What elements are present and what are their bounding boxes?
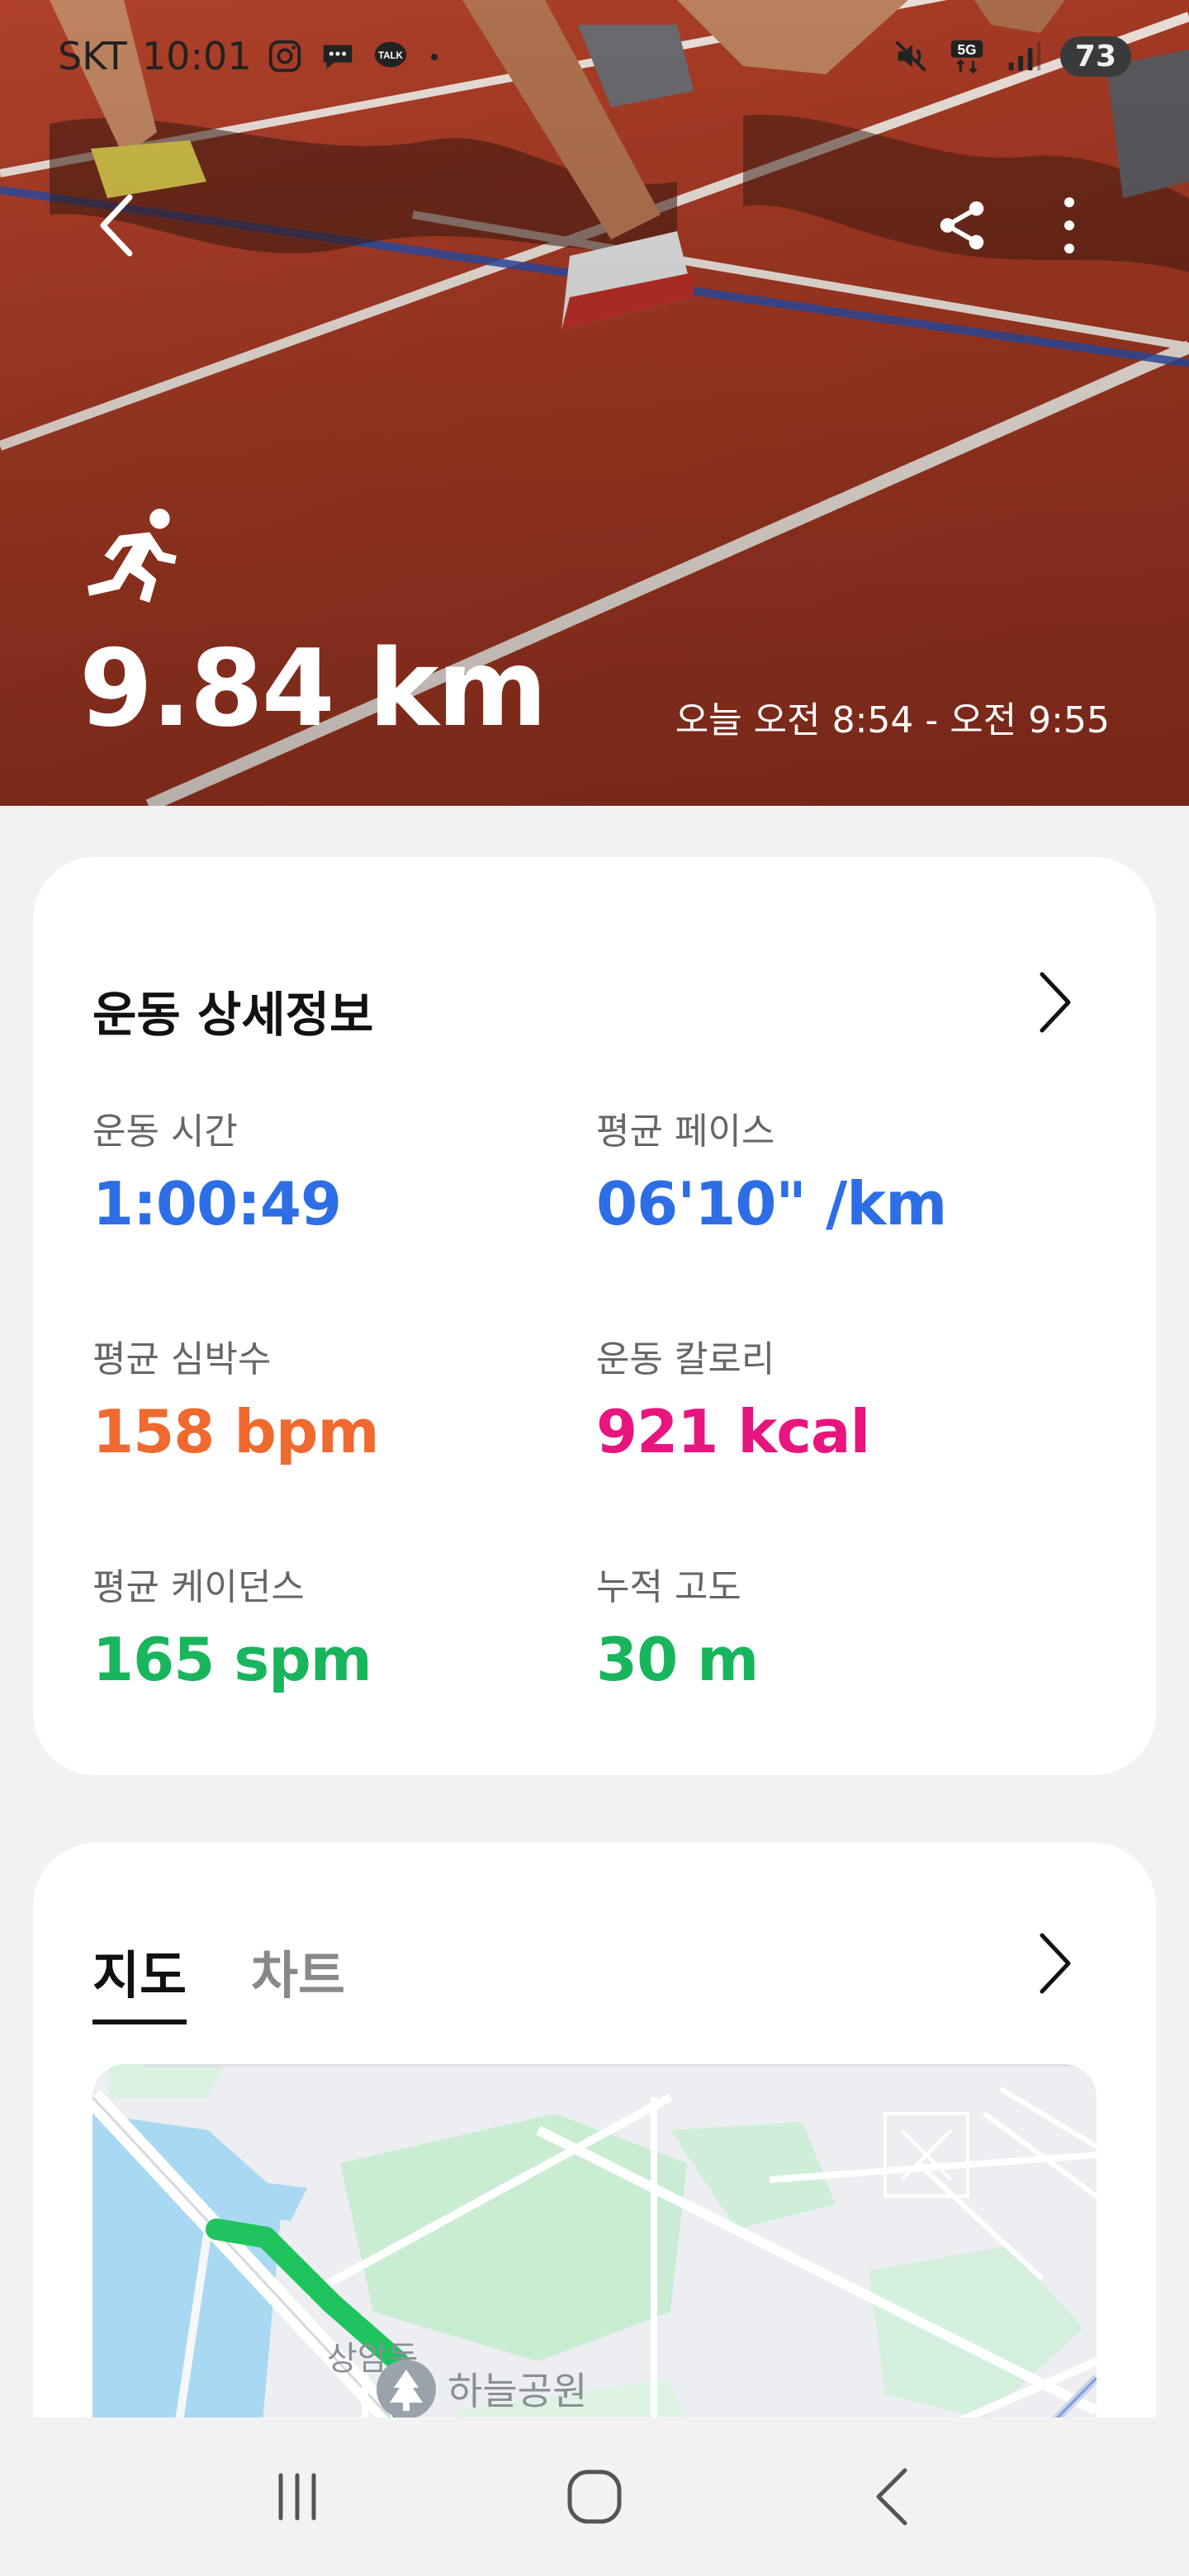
stat-avg-cadence: 평균 케이던스 165 spm <box>92 1557 372 1694</box>
status-bar: SKT 10:01 TALK 5G 73 <box>0 0 1189 112</box>
back-button[interactable] <box>71 180 162 271</box>
home-button[interactable] <box>545 2447 644 2546</box>
total-distance: 9.84 km <box>79 627 547 751</box>
stat-duration: 운동 시간 1:00:49 <box>92 1101 342 1238</box>
5g-icon: 5G <box>950 40 983 74</box>
stat-value: 1:00:49 <box>92 1169 342 1238</box>
clock: 10:01 <box>141 34 252 78</box>
kakaotalk-icon: TALK <box>375 41 407 68</box>
nav-back-button[interactable] <box>842 2447 941 2546</box>
stat-label: 평균 케이던스 <box>92 1566 305 1608</box>
stat-calories: 운동 칼로리 921 kcal <box>596 1329 870 1466</box>
chat-icon <box>324 45 353 69</box>
stat-avg-heart-rate: 평균 심박수 158 bpm <box>92 1329 379 1466</box>
signal-icon <box>1008 41 1040 71</box>
stat-elevation-gain: 누적 고도 30 m <box>596 1557 759 1694</box>
back-chevron-icon <box>100 194 133 257</box>
stat-value: 165 spm <box>92 1625 372 1694</box>
dot-icon <box>431 54 438 60</box>
chevron-right-icon <box>1040 1933 1071 1994</box>
stat-label: 누적 고도 <box>596 1566 741 1608</box>
stat-label: 운동 칼로리 <box>596 1338 775 1380</box>
stat-value: 158 bpm <box>92 1397 379 1466</box>
stat-value: 30 m <box>596 1625 759 1694</box>
nav-back-icon <box>876 2468 907 2526</box>
share-icon <box>940 201 984 250</box>
map-more-button[interactable] <box>1022 1922 1088 2005</box>
battery-icon: 73 <box>1059 36 1131 77</box>
details-more-button[interactable] <box>1022 961 1088 1044</box>
mute-icon <box>895 40 926 72</box>
running-icon <box>88 509 177 603</box>
tab-map[interactable]: 지도 <box>92 1934 187 2024</box>
home-icon <box>567 2469 622 2524</box>
recents-icon <box>278 2473 316 2521</box>
stat-label: 평균 페이스 <box>596 1110 775 1153</box>
svg-text:5G: 5G <box>957 41 976 58</box>
stat-label: 평균 심박수 <box>92 1338 272 1380</box>
system-navigation-bar <box>0 2417 1189 2576</box>
map-label-park: 하늘공원 <box>448 2369 587 2413</box>
stat-value: 06'10" /km <box>596 1169 947 1238</box>
stat-value: 921 kcal <box>596 1397 870 1466</box>
hero-banner: SKT 10:01 TALK 5G 73 9.84 km 오늘 오전 8:54 … <box>0 0 1189 806</box>
workout-details-card: 운동 상세정보 운동 시간 1:00:49 평균 페이스 06'10" /km … <box>33 857 1156 1775</box>
recents-button[interactable] <box>248 2447 347 2546</box>
more-options-button[interactable] <box>1024 180 1115 271</box>
workout-time-range: 오늘 오전 8:54 - 오전 9:55 <box>675 699 1110 741</box>
stat-label: 운동 시간 <box>92 1110 238 1153</box>
chevron-right-icon <box>1040 972 1071 1033</box>
instagram-icon <box>269 40 301 73</box>
tab-chart[interactable]: 차트 <box>251 1934 345 2008</box>
svg-text:TALK: TALK <box>379 51 405 61</box>
details-title: 운동 상세정보 <box>92 987 374 1043</box>
more-vertical-icon <box>1064 197 1074 253</box>
share-button[interactable] <box>917 180 1007 271</box>
carrier-label: SKT <box>58 34 127 78</box>
stat-avg-pace: 평균 페이스 06'10" /km <box>596 1101 947 1238</box>
